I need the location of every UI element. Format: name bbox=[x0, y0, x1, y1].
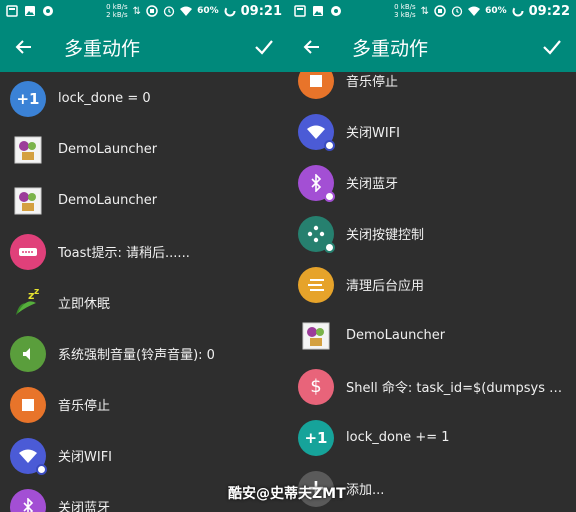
clock: 09:21 bbox=[240, 3, 282, 19]
image-icon bbox=[313, 6, 323, 16]
off-badge-icon bbox=[324, 190, 335, 202]
network-speed: 0 kB/s 2 kB/s bbox=[106, 3, 128, 19]
app-notification-icon bbox=[43, 6, 53, 16]
status-bar: 0 kB/s 3 kB/s ⇅ 60% 09:22 bbox=[288, 0, 576, 22]
app-launcher-icon bbox=[298, 318, 334, 354]
item-label: DemoLauncher bbox=[346, 328, 446, 343]
alarm-icon bbox=[451, 6, 463, 17]
back-button[interactable] bbox=[10, 33, 38, 61]
list-item[interactable]: 系统强制音量(铃声音量): 0 bbox=[0, 328, 288, 379]
app-launcher-icon bbox=[10, 183, 46, 219]
clean-icon bbox=[298, 266, 334, 303]
list-item[interactable]: +1 lock_done = 0 bbox=[0, 73, 288, 124]
off-badge-icon bbox=[324, 139, 335, 151]
notification-icon bbox=[6, 5, 18, 17]
toast-icon bbox=[10, 233, 46, 270]
list-item[interactable]: 音乐停止 bbox=[288, 72, 576, 106]
image-icon bbox=[25, 6, 35, 16]
item-label: 关闭蓝牙 bbox=[58, 501, 111, 512]
vibrate-icon bbox=[146, 5, 158, 17]
item-label: 添加... bbox=[346, 483, 385, 498]
sleep-zzz-icon: zz bbox=[10, 285, 46, 321]
page-title: 多重动作 bbox=[352, 37, 429, 60]
item-label: 关闭WIFI bbox=[346, 126, 400, 141]
item-label: DemoLauncher bbox=[58, 193, 158, 208]
list-viewport[interactable]: 音乐停止 关闭WIFI 关闭蓝牙 关闭按键控制 清理后台应用 DemoLaunc… bbox=[288, 72, 576, 512]
item-label: DemoLauncher bbox=[58, 142, 158, 157]
wifi-icon bbox=[10, 437, 47, 475]
vibrate-icon bbox=[434, 5, 446, 17]
action-list: +1 lock_done = 0 DemoLauncher DemoLaunch… bbox=[0, 73, 288, 512]
list-item[interactable]: 关闭WIFI bbox=[0, 430, 288, 481]
confirm-button[interactable] bbox=[538, 33, 566, 61]
app-launcher-icon bbox=[10, 132, 46, 168]
list-item[interactable]: $ Shell 命令: task_id=$(dumpsys activi... bbox=[288, 361, 576, 412]
svg-text:z: z bbox=[34, 287, 39, 297]
notification-icon bbox=[294, 5, 306, 17]
alarm-icon bbox=[163, 6, 175, 17]
right-screenshot-panel: 0 kB/s 3 kB/s ⇅ 60% 09:22 多重动作 音乐停止 关闭WI… bbox=[288, 0, 576, 512]
battery-ring-icon bbox=[224, 5, 236, 17]
list-item[interactable]: 清理后台应用 bbox=[288, 259, 576, 310]
app-toolbar: 多重动作 bbox=[0, 22, 288, 72]
volume-icon bbox=[10, 335, 46, 372]
item-label: 系统强制音量(铃声音量): 0 bbox=[58, 348, 215, 363]
item-label: 清理后台应用 bbox=[346, 279, 425, 294]
status-bar: 0 kB/s 2 kB/s ⇅ 60% 09:21 bbox=[0, 0, 288, 22]
clock: 09:22 bbox=[528, 3, 570, 19]
check-icon bbox=[255, 40, 273, 55]
stop-icon bbox=[10, 386, 46, 423]
wifi-icon bbox=[298, 113, 335, 151]
item-label: 关闭WIFI bbox=[58, 450, 112, 465]
bluetooth-icon bbox=[298, 164, 335, 202]
plus-one-icon: +1 bbox=[298, 419, 334, 456]
list-item[interactable]: DemoLauncher bbox=[0, 124, 288, 175]
off-badge-icon bbox=[36, 463, 47, 475]
list-item[interactable]: Toast提示: 请稍后...... bbox=[0, 226, 288, 277]
list-item[interactable]: DemoLauncher bbox=[288, 310, 576, 361]
arrow-back-icon bbox=[15, 40, 31, 54]
list-item[interactable]: 音乐停止 bbox=[0, 379, 288, 430]
list-item[interactable]: zz 立即休眠 bbox=[0, 277, 288, 328]
network-speed: 0 kB/s 3 kB/s bbox=[394, 3, 416, 19]
gamepad-icon bbox=[298, 215, 335, 253]
watermark: 酷安@史蒂夫ZMT bbox=[228, 486, 346, 502]
item-label: 关闭按键控制 bbox=[346, 228, 425, 243]
action-list: 音乐停止 关闭WIFI 关闭蓝牙 关闭按键控制 清理后台应用 DemoLaunc… bbox=[288, 72, 576, 512]
list-item[interactable]: 关闭蓝牙 bbox=[288, 157, 576, 208]
battery-percent: 60% bbox=[197, 6, 219, 16]
item-label: 音乐停止 bbox=[58, 399, 111, 414]
data-arrows-icon: ⇅ bbox=[132, 5, 142, 17]
page-title: 多重动作 bbox=[64, 37, 141, 60]
left-screenshot-panel: 0 kB/s 2 kB/s ⇅ 60% 09:21 多重动作 +1 lock_do… bbox=[0, 0, 288, 512]
app-toolbar: 多重动作 bbox=[288, 22, 576, 72]
item-label: 音乐停止 bbox=[346, 75, 399, 90]
wifi-signal-icon bbox=[180, 6, 193, 16]
item-label: 立即休眠 bbox=[58, 297, 111, 312]
data-arrows-icon: ⇅ bbox=[420, 5, 430, 17]
list-item[interactable]: +1 lock_done += 1 bbox=[288, 412, 576, 463]
stop-icon bbox=[298, 72, 334, 99]
arrow-back-icon bbox=[303, 40, 319, 54]
bluetooth-icon bbox=[10, 488, 46, 512]
item-label: Shell 命令: task_id=$(dumpsys activi... bbox=[346, 381, 570, 396]
item-label: lock_done = 0 bbox=[58, 91, 151, 106]
dollar-icon: $ bbox=[298, 368, 334, 405]
off-badge-icon bbox=[324, 241, 335, 253]
list-item[interactable]: 关闭按键控制 bbox=[288, 208, 576, 259]
item-label: Toast提示: 请稍后...... bbox=[58, 246, 190, 261]
confirm-button[interactable] bbox=[250, 33, 278, 61]
battery-ring-icon bbox=[512, 5, 524, 17]
wifi-signal-icon bbox=[468, 6, 481, 16]
check-icon bbox=[543, 40, 561, 55]
app-notification-icon bbox=[331, 6, 341, 16]
item-label: lock_done += 1 bbox=[346, 430, 450, 445]
back-button[interactable] bbox=[298, 33, 326, 61]
list-item[interactable]: 关闭WIFI bbox=[288, 106, 576, 157]
plus-one-icon: +1 bbox=[10, 80, 46, 117]
item-label: 关闭蓝牙 bbox=[346, 177, 399, 192]
list-item[interactable]: DemoLauncher bbox=[0, 175, 288, 226]
battery-percent: 60% bbox=[485, 6, 507, 16]
